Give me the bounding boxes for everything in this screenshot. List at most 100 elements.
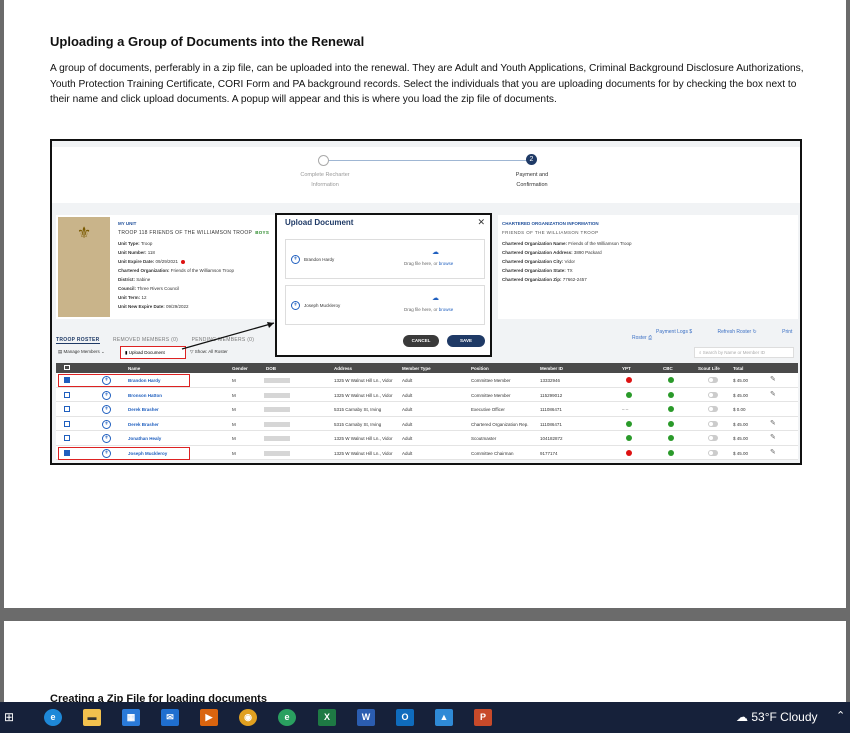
alert-icon xyxy=(181,259,186,264)
highlight-box xyxy=(58,446,190,460)
member-name-link[interactable]: Derek Brasher xyxy=(128,422,159,427)
powerpoint-icon[interactable]: P xyxy=(474,709,492,726)
cloud-upload-icon: ☁ xyxy=(432,249,439,256)
mail-icon[interactable]: ✉ xyxy=(161,709,179,726)
chevron-up-icon[interactable]: ⌃ xyxy=(836,709,845,722)
edge-icon[interactable]: e xyxy=(44,709,62,726)
row-checkbox[interactable] xyxy=(64,406,70,412)
table-header: Name Gender DOB Address Member Type Posi… xyxy=(56,363,798,373)
unit-name-text: TROOP 118 FRIENDS OF THE WILLIAMSON TROO… xyxy=(118,230,253,236)
row-checkbox[interactable] xyxy=(64,420,70,427)
excel-icon[interactable]: X xyxy=(318,709,336,726)
pencil-icon[interactable]: ✎ xyxy=(770,375,776,383)
member-id-cell: 13332946 xyxy=(540,378,561,383)
table-row: ⚜ Bronson Hatton M 1325 W Walnut Hill Ln., … xyxy=(56,387,798,402)
browse-link[interactable]: browse xyxy=(439,307,454,312)
cbc-status-icon xyxy=(668,420,674,427)
windows-taskbar: ⊞ e ▬ ▦ ✉ ▶ ◉ e X W O ▲ P ☁ 53°F Cloudy … xyxy=(0,702,850,733)
roster-search-input[interactable]: ⌕ Search by Name or Member ID xyxy=(694,347,794,358)
outlook-icon[interactable]: O xyxy=(396,709,414,726)
tab-troop-roster[interactable]: TROOP ROSTER xyxy=(56,337,100,344)
tab-removed-members[interactable]: REMOVED MEMBERS (0) xyxy=(113,337,178,343)
step-1-circle[interactable] xyxy=(318,155,329,166)
address-cell: 1325 W Walnut Hill Ln., Vidor xyxy=(334,436,393,441)
pencil-icon[interactable]: ✎ xyxy=(770,390,776,398)
select-all-checkbox[interactable] xyxy=(64,365,70,370)
table-row: ⚜ Joseph Muckleroy M 1325 W Walnut Hill Ln.… xyxy=(56,445,798,460)
upload-row: ⚜ Joseph Muckleroy ☁ Drag file here, or … xyxy=(285,285,485,325)
address-cell: 5315 Carnaby St, Irving xyxy=(334,421,382,427)
tab-pending-members[interactable]: PENDING MEMBERS (0) xyxy=(192,337,255,343)
scout-life-toggle[interactable] xyxy=(708,435,718,441)
ypt-status-icon xyxy=(626,391,632,398)
popup-title: Upload Document xyxy=(285,218,354,227)
weather-widget[interactable]: ☁ 53°F Cloudy xyxy=(736,710,818,724)
member-id-cell: 9177174 xyxy=(540,450,558,456)
unit-header: MY UNIT xyxy=(118,221,137,226)
word-icon[interactable]: W xyxy=(357,709,375,726)
member-type-cell: Adult xyxy=(402,407,413,412)
document-page-2: Creating a Zip File for loading document… xyxy=(4,621,846,711)
roster-table: Name Gender DOB Address Member Type Posi… xyxy=(56,363,798,460)
member-id-cell: 111086471 xyxy=(540,407,562,412)
unit-badge: BOYS xyxy=(255,230,270,235)
scout-life-toggle[interactable] xyxy=(708,449,718,456)
ypt-status-icon xyxy=(626,435,632,441)
scout-icon: ⚜ xyxy=(102,434,111,443)
cancel-button[interactable]: CANCEL xyxy=(403,335,439,347)
embedded-screenshot: 2 Complete Recharter Information Payment… xyxy=(50,139,802,465)
unit-field: District: Sabine xyxy=(118,277,151,282)
unit-name: TROOP 118 FRIENDS OF THE WILLIAMSON TROO… xyxy=(118,230,269,236)
file-explorer-icon[interactable]: ▬ xyxy=(83,709,101,726)
unit-field: Unit Expire Date: 09/29/2021 xyxy=(118,259,186,264)
upload-document-button[interactable]: ▮ Upload Document xyxy=(120,346,186,359)
row-checkbox[interactable] xyxy=(64,391,70,398)
position-cell: Chartered Organization Rep. xyxy=(471,421,529,427)
gender-cell: M xyxy=(232,421,236,427)
store-icon[interactable]: ▦ xyxy=(122,709,140,726)
address-cell: 1325 W Walnut Hill Ln., Vidor xyxy=(334,450,393,456)
browse-link[interactable]: browse xyxy=(439,261,454,266)
org-field: Chartered Organization State: TX xyxy=(502,268,573,273)
cbc-status-icon xyxy=(668,391,674,398)
dob-redacted xyxy=(264,407,290,412)
member-name-link[interactable]: Derek Brasher xyxy=(128,407,159,412)
stepper-line xyxy=(328,160,528,161)
save-button[interactable]: SAVE xyxy=(447,335,485,347)
pencil-icon[interactable]: ✎ xyxy=(770,448,776,456)
scout-life-toggle[interactable] xyxy=(708,420,718,427)
row-checkbox[interactable] xyxy=(64,435,70,441)
chrome-icon[interactable]: ◉ xyxy=(239,709,257,726)
member-type-cell: Adult xyxy=(402,450,413,456)
refresh-roster-link[interactable]: Refresh Roster ↻ xyxy=(706,329,757,335)
media-icon[interactable]: ▶ xyxy=(200,709,218,726)
step-1-label: Complete Recharter Information xyxy=(300,172,350,188)
cbc-status-icon xyxy=(668,435,674,441)
close-icon[interactable]: ✕ xyxy=(477,217,485,228)
task-view-icon[interactable]: ⊞ xyxy=(4,710,14,724)
member-name-link[interactable]: Jonathan Healy xyxy=(128,436,161,441)
step-2-circle[interactable]: 2 xyxy=(526,154,537,165)
show-filter[interactable]: ▽ Show: All Roster xyxy=(190,349,228,355)
pencil-icon[interactable]: ✎ xyxy=(770,419,776,427)
unit-field: Council: Three Rivers Council xyxy=(118,286,180,291)
scout-life-toggle[interactable] xyxy=(708,391,718,398)
dropzone[interactable]: Drag file here, or browse xyxy=(404,261,453,266)
edge-dev-icon[interactable]: e xyxy=(278,709,296,726)
scout-life-toggle[interactable] xyxy=(708,377,718,383)
member-name-link[interactable]: Bronson Hatton xyxy=(128,393,162,398)
address-cell: 5315 Carnaby St, Irving xyxy=(334,407,382,412)
dob-redacted xyxy=(264,436,290,441)
unit-field: Chartered Organization: Friends of the W… xyxy=(118,268,235,273)
pencil-icon[interactable]: ✎ xyxy=(770,433,776,441)
section-paragraph: A group of documents, perferably in a zi… xyxy=(50,63,804,105)
total-cell: $ 45.00 xyxy=(733,450,749,456)
manage-members-dropdown[interactable]: ▤ Manage Members ⌄ xyxy=(58,349,105,355)
dropzone[interactable]: Drag file here, or browse xyxy=(404,307,453,312)
member-type-cell: Adult xyxy=(402,436,413,441)
table-row: ⚜ Brandon Hardy M 1325 W Walnut Hill Ln., V… xyxy=(56,373,798,388)
photos-icon[interactable]: ▲ xyxy=(435,709,453,726)
upload-row-name: Brandon Hardy xyxy=(304,257,335,262)
dob-redacted xyxy=(264,421,290,427)
scout-life-toggle[interactable] xyxy=(708,406,718,412)
